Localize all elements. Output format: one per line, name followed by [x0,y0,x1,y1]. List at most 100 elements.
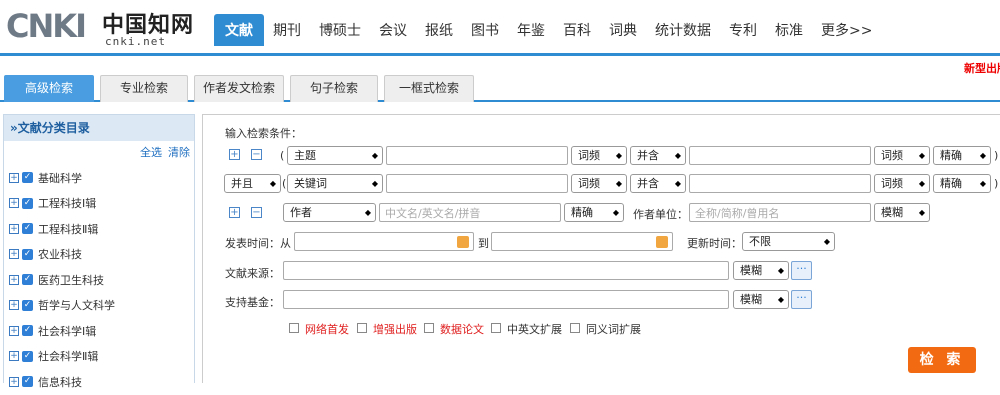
fund-match-select[interactable]: 模糊 ◆ [733,290,789,309]
tab-sentence-search[interactable]: 句子检索 [290,75,378,102]
checkbox-checked-icon[interactable]: ✓ [22,274,33,286]
calendar-icon[interactable] [656,236,668,248]
category-label[interactable]: 工程科技Ⅰ辑 [38,195,96,211]
match-select-2[interactable]: 精确 ◆ [933,174,991,193]
nav-patent[interactable]: 专利 [720,14,766,46]
nav-more[interactable]: 更多>> [812,14,881,46]
match-select-1[interactable]: 精确 ◆ [933,146,991,165]
category-label[interactable]: 基础科学 [38,170,82,186]
category-label[interactable]: 社会科学Ⅱ辑 [38,348,98,364]
remove-author-icon[interactable]: − [251,207,262,218]
category-label[interactable]: 哲学与人文科学 [38,297,115,313]
date-from-input[interactable] [294,232,474,251]
checkbox-checked-icon[interactable]: ✓ [22,299,33,311]
freq-select-2b[interactable]: 词频 ◆ [874,174,930,193]
remove-row-icon[interactable]: − [251,149,262,160]
field-select-1[interactable]: 主题 ◆ [287,146,383,165]
category-label[interactable]: 医药卫生科技 [38,272,104,288]
category-label[interactable]: 社会科学Ⅰ辑 [38,323,96,339]
date-to-label: 到 [478,237,489,250]
search-button[interactable]: 检 索 [908,347,976,373]
date-from-label: 从 [280,237,291,250]
option-enhanced[interactable]: 增强出版 [373,321,417,337]
logic-select-1[interactable]: 并含 ◆ [630,146,686,165]
option-cn-en-expand[interactable]: 中英文扩展 [507,321,562,337]
expand-icon[interactable]: + [9,300,19,311]
logic-select-2[interactable]: 并含 ◆ [630,174,686,193]
option-checkbox[interactable] [289,323,299,333]
checkbox-checked-icon[interactable]: ✓ [22,325,33,337]
sidebar-actions: 全选 清除 [4,141,194,165]
checkbox-checked-icon[interactable]: ✓ [22,197,33,209]
option-checkbox[interactable] [491,323,501,333]
expand-icon[interactable]: + [9,325,19,336]
category-label[interactable]: 工程科技Ⅱ辑 [38,221,98,237]
nav-book[interactable]: 图书 [462,14,508,46]
field-select-2[interactable]: 关键词 ◆ [287,174,383,193]
option-checkbox[interactable] [357,323,367,333]
source-input[interactable] [283,261,729,280]
expand-icon[interactable]: + [9,198,19,209]
option-online-first[interactable]: 网络首发 [305,321,349,337]
checkbox-checked-icon[interactable]: ✓ [22,350,33,362]
author-input[interactable]: 中文名/英文名/拼音 [379,203,561,222]
option-checkbox[interactable] [570,323,580,333]
term-input-2a[interactable] [386,174,568,193]
category-label[interactable]: 农业科技 [38,246,82,262]
expand-icon[interactable]: + [9,274,19,285]
checkbox-checked-icon[interactable]: ✓ [22,376,33,388]
expand-icon[interactable]: + [9,172,19,183]
update-time-select[interactable]: 不限 ◆ [742,232,835,251]
nav-dictionary[interactable]: 词典 [600,14,646,46]
tab-author-search[interactable]: 作者发文检索 [194,75,284,102]
freq-select-2a[interactable]: 词频 ◆ [571,174,627,193]
nav-journal[interactable]: 期刊 [264,14,310,46]
expand-icon[interactable]: + [9,223,19,234]
add-author-icon[interactable]: + [229,207,240,218]
term-input-2b[interactable] [689,174,871,193]
source-match-select[interactable]: 模糊 ◆ [733,261,789,280]
logo-brand: CNKI [6,7,87,45]
term-input-1a[interactable] [386,146,568,165]
option-checkbox[interactable] [424,323,434,333]
expand-icon[interactable]: + [9,351,19,362]
bool-select-2[interactable]: 并且 ◆ [224,174,281,193]
nav-newspaper[interactable]: 报纸 [416,14,462,46]
nav-conference[interactable]: 会议 [370,14,416,46]
tab-professional-search[interactable]: 专业检索 [100,75,188,102]
checkbox-checked-icon[interactable]: ✓ [22,223,33,235]
category-label[interactable]: 信息科技 [38,374,82,390]
fund-input[interactable] [283,290,729,309]
tab-single-box-search[interactable]: 一框式检索 [384,75,474,102]
fund-more-button[interactable]: ··· [791,290,812,309]
nav-statistics[interactable]: 统计数据 [646,14,720,46]
checkbox-checked-icon[interactable]: ✓ [22,248,33,260]
unit-input[interactable]: 全称/简称/曾用名 [689,203,871,222]
unit-match-select[interactable]: 模糊 ◆ [874,203,930,222]
author-field-select[interactable]: 作者 ◆ [283,203,376,222]
category-item: + ✓ 医药卫生科技 [4,267,194,293]
calendar-icon[interactable] [457,236,469,248]
expand-icon[interactable]: + [9,376,19,387]
source-more-button[interactable]: ··· [791,261,812,280]
checkbox-checked-icon[interactable]: ✓ [22,172,33,184]
date-to-input[interactable] [491,232,673,251]
tab-advanced-search[interactable]: 高级检索 [4,75,94,102]
add-row-icon[interactable]: + [229,149,240,160]
expand-icon[interactable]: + [9,249,19,260]
option-synonym-expand[interactable]: 同义词扩展 [586,321,641,337]
term-input-1b[interactable] [689,146,871,165]
option-data-paper[interactable]: 数据论文 [440,321,484,337]
nav-literature[interactable]: 文献 [214,14,264,46]
clear-link[interactable]: 清除 [168,146,190,159]
nav-encyclopedia[interactable]: 百科 [554,14,600,46]
date-label: 发表时间： [225,237,280,250]
cnki-logo[interactable]: CNKI 中国知网 cnki.net [6,5,196,49]
select-all-link[interactable]: 全选 [140,146,162,159]
freq-select-1a[interactable]: 词频 ◆ [571,146,627,165]
nav-yearbook[interactable]: 年鉴 [508,14,554,46]
nav-thesis[interactable]: 博硕士 [310,14,370,46]
nav-standard[interactable]: 标准 [766,14,812,46]
author-match-select[interactable]: 精确 ◆ [564,203,624,222]
freq-select-1b[interactable]: 词频 ◆ [874,146,930,165]
